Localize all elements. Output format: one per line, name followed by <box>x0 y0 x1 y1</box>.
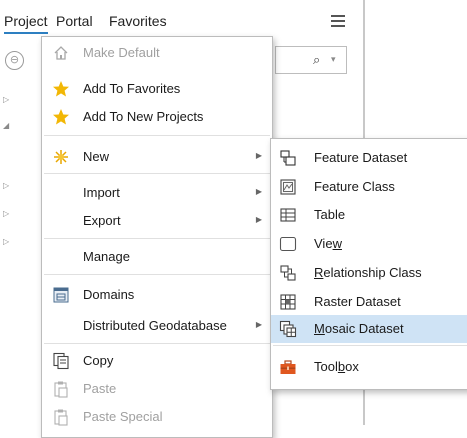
menu-item-add-to-favorites[interactable]: Add To Favorites <box>42 75 272 103</box>
menu-item-label: Paste <box>83 381 117 396</box>
menu-item-make-default[interactable]: Make Default <box>42 39 272 67</box>
accelerator-key: M <box>314 321 325 336</box>
accelerator-key: b <box>337 359 346 374</box>
menu-separator <box>44 274 270 275</box>
pane-tabs: Project Portal Favorites <box>0 0 363 40</box>
accelerator-key: R <box>314 265 324 280</box>
raster-dataset-icon <box>280 294 296 310</box>
menu-separator <box>44 173 270 174</box>
submenu-item-label: View <box>314 236 342 251</box>
star-icon <box>53 81 69 97</box>
menu-item-import[interactable]: Import ▶ <box>42 179 272 207</box>
relationship-class-icon <box>280 265 296 281</box>
menu-item-label: Manage <box>83 249 130 264</box>
menu-item-label: Export <box>83 213 121 228</box>
table-icon <box>280 208 296 222</box>
accelerator-key: w <box>332 236 342 251</box>
label-part: osaic Dataset <box>324 321 404 336</box>
menu-separator <box>44 343 270 344</box>
menu-item-export[interactable]: Export ▶ <box>42 207 272 235</box>
tree-expand-icon[interactable]: ▷ <box>3 237 9 246</box>
menu-separator <box>273 345 467 346</box>
submenu-item-toolbox[interactable]: Toolbox <box>271 353 467 381</box>
menu-item-label: Distributed Geodatabase <box>83 318 227 333</box>
menu-separator <box>44 238 270 239</box>
submenu-item-feature-class[interactable]: Feature Class <box>271 173 467 201</box>
context-menu: Make Default Add To Favorites Add To New… <box>41 36 273 438</box>
menu-item-paste[interactable]: Paste <box>42 375 272 403</box>
label-part: ox <box>345 359 359 374</box>
hamburger-menu-icon[interactable] <box>331 15 345 30</box>
menu-item-label: Add To New Projects <box>83 109 204 124</box>
view-icon <box>279 236 297 252</box>
domains-icon <box>53 287 69 303</box>
star-icon <box>53 109 69 125</box>
submenu-item-label: Raster Dataset <box>314 294 401 309</box>
menu-item-paste-special[interactable]: Paste Special <box>42 403 272 431</box>
menu-item-manage[interactable]: Manage <box>42 243 272 271</box>
tree-expand-icon[interactable]: ▷ <box>3 181 9 190</box>
search-box[interactable]: ⌕ ▾ <box>275 46 347 74</box>
submenu-item-raster-dataset[interactable]: Raster Dataset <box>271 288 467 316</box>
tree-expand-icon[interactable]: ▷ <box>3 209 9 218</box>
menu-item-label: Add To Favorites <box>83 81 181 96</box>
menu-item-label: Make Default <box>83 45 160 60</box>
sparkle-icon <box>54 150 68 164</box>
tree-collapse-icon[interactable]: ◢ <box>3 121 9 130</box>
menu-item-new[interactable]: New ▶ <box>42 143 272 171</box>
label-part: Tool <box>314 359 338 374</box>
menu-separator <box>44 135 270 136</box>
menu-item-copy[interactable]: Copy <box>42 347 272 375</box>
menu-item-label: Domains <box>83 287 135 302</box>
search-icon[interactable]: ⌕ <box>313 52 320 68</box>
tree-expand-icon[interactable]: ▷ <box>3 95 9 104</box>
chevron-down-icon[interactable]: ▾ <box>331 54 336 65</box>
feature-class-icon <box>280 179 296 195</box>
submenu-item-relationship-class[interactable]: Relationship Class <box>271 259 467 287</box>
back-icon[interactable]: ⊖ <box>5 51 24 70</box>
submenu-item-label: Relationship Class <box>314 265 422 280</box>
toolbox-icon <box>280 360 296 374</box>
submenu-item-label: Feature Dataset <box>314 150 408 165</box>
submenu-item-view[interactable]: View <box>271 230 467 258</box>
copy-icon <box>53 352 69 370</box>
submenu-item-label: Mosaic Dataset <box>314 321 404 336</box>
mosaic-dataset-icon <box>279 320 297 338</box>
feature-dataset-icon <box>280 150 296 166</box>
submenu-arrow-icon: ▶ <box>255 187 262 196</box>
paste-icon <box>54 381 68 398</box>
label-part: Vie <box>314 236 333 251</box>
menu-item-label: New <box>83 149 110 164</box>
paste-icon <box>54 409 68 426</box>
submenu-item-label: Feature Class <box>314 179 395 194</box>
submenu-arrow-icon: ▶ <box>255 151 262 160</box>
submenu-arrow-icon: ▶ <box>255 320 262 329</box>
menu-item-label: Paste Special <box>83 409 163 424</box>
new-submenu: Feature Dataset Feature Class Table View <box>270 138 467 390</box>
menu-item-label: Import <box>83 185 120 200</box>
home-icon <box>54 46 68 60</box>
submenu-arrow-icon: ▶ <box>255 215 262 224</box>
menu-item-add-to-new-projects[interactable]: Add To New Projects <box>42 103 272 131</box>
submenu-item-table[interactable]: Table <box>271 201 467 229</box>
label-part: elationship Class <box>323 265 422 280</box>
tab-project[interactable]: Project <box>4 13 48 34</box>
menu-item-label: Copy <box>83 353 114 368</box>
menu-item-domains[interactable]: Domains <box>42 281 272 309</box>
submenu-item-mosaic-dataset[interactable]: Mosaic Dataset <box>271 315 467 343</box>
tab-favorites[interactable]: Favorites <box>109 13 167 29</box>
submenu-item-label: Toolbox <box>314 359 359 374</box>
tab-portal[interactable]: Portal <box>56 13 93 29</box>
menu-item-distributed-geodatabase[interactable]: Distributed Geodatabase ▶ <box>42 312 272 340</box>
submenu-item-feature-dataset[interactable]: Feature Dataset <box>271 144 467 172</box>
submenu-item-label: Table <box>314 207 346 222</box>
